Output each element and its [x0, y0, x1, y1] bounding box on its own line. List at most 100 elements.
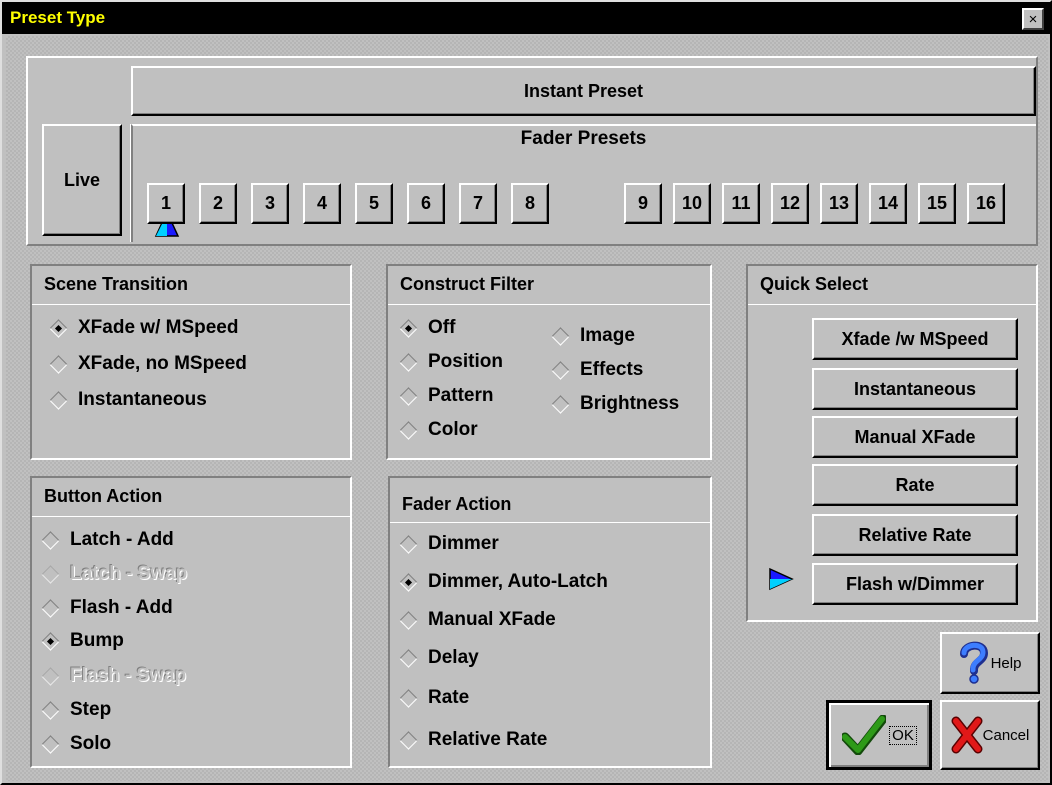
window-title: Preset Type [10, 8, 106, 27]
preset-button-2[interactable]: 2 [199, 183, 237, 224]
construct-filter-options: Off Position Pattern Color Image Effects Brigh… [388, 304, 710, 458]
radio-step[interactable]: Step [38, 699, 111, 721]
radio-unselected-icon [41, 564, 60, 584]
preset-button-3[interactable]: 3 [251, 183, 289, 224]
radio-off[interactable]: Off [396, 317, 455, 339]
fader-action-title: Fader Action [402, 494, 512, 514]
radio-label: XFade w/ MSpeed [78, 317, 239, 338]
radio-label: Instantaneous [78, 389, 207, 410]
title-bar[interactable]: Preset Type × [2, 2, 1050, 34]
radio-selected-icon [399, 318, 418, 338]
preset-button-15[interactable]: 15 [918, 183, 956, 224]
radio-label: Color [428, 419, 478, 440]
preset-button-11[interactable]: 11 [722, 183, 760, 224]
preset-button-9[interactable]: 9 [624, 183, 662, 224]
radio-dimmer[interactable]: Dimmer [396, 533, 499, 555]
scene-transition-panel: Scene Transition XFade w/ MSpeed XFade, n… [30, 264, 352, 460]
cancel-label: Cancel [982, 726, 1030, 744]
fader-presets-label: Fader Presets [520, 128, 647, 149]
radio-unselected-icon [399, 534, 418, 554]
radio-label: XFade, no MSpeed [78, 353, 247, 374]
radio-unselected-icon [551, 394, 570, 414]
radio-unselected-icon [399, 420, 418, 440]
quick-select-flash-w-dimmer[interactable]: Flash w/Dimmer [812, 563, 1018, 605]
radio-bump[interactable]: Bump [38, 630, 124, 652]
radio-image[interactable]: Image [548, 325, 635, 347]
preset-button-1[interactable]: 1 [147, 183, 185, 224]
close-button[interactable]: × [1022, 8, 1044, 30]
radio-xfade-w-mspeed[interactable]: XFade w/ MSpeed [46, 317, 238, 339]
radio-label: Off [428, 317, 456, 338]
radio-rate[interactable]: Rate [396, 687, 469, 709]
preset-button-12[interactable]: 12 [771, 183, 809, 224]
radio-pattern[interactable]: Pattern [396, 385, 493, 407]
radio-label: Rate [428, 687, 470, 708]
preset-button-16[interactable]: 16 [967, 183, 1005, 224]
radio-label: Manual XFade [428, 609, 556, 630]
quick-select-xfade-w-mspeed[interactable]: Xfade /w MSpeed [812, 318, 1018, 360]
radio-label: Relative Rate [428, 729, 548, 750]
radio-label: Flash - Swap [70, 665, 187, 686]
construct-filter-panel: Construct Filter Off Position Pattern Color… [386, 264, 712, 460]
radio-label: Effects [580, 359, 644, 380]
button-action-options: Latch - Add Latch - Swap Flash - Add Bump Fl… [32, 516, 350, 766]
checkmark-icon [842, 715, 887, 755]
radio-manual-xfade[interactable]: Manual XFade [396, 609, 556, 631]
quick-select-relative-rate[interactable]: Relative Rate [812, 514, 1018, 556]
radio-solo[interactable]: Solo [38, 733, 111, 755]
radio-xfade-no-mspeed[interactable]: XFade, no MSpeed [46, 353, 247, 375]
preset-button-10[interactable]: 10 [673, 183, 711, 224]
radio-unselected-icon [399, 730, 418, 750]
radio-label: Position [428, 351, 503, 372]
radio-brightness[interactable]: Brightness [548, 393, 679, 415]
radio-unselected-icon [49, 354, 68, 374]
radio-label: Step [70, 699, 112, 720]
radio-instantaneous[interactable]: Instantaneous [46, 389, 207, 411]
radio-label: Pattern [428, 385, 494, 406]
ok-button[interactable]: OK [826, 700, 932, 770]
radio-flash-swap: Flash - Swap [38, 665, 186, 687]
quick-select-manual-xfade[interactable]: Manual XFade [812, 416, 1018, 458]
radio-unselected-icon [399, 352, 418, 372]
question-mark-icon [959, 641, 988, 684]
radio-unselected-icon [399, 648, 418, 668]
radio-unselected-icon [399, 688, 418, 708]
radio-unselected-icon [399, 386, 418, 406]
radio-unselected-icon [551, 326, 570, 346]
x-mark-icon [951, 716, 983, 754]
preset-button-4[interactable]: 4 [303, 183, 341, 224]
preset-button-8[interactable]: 8 [511, 183, 549, 224]
radio-delay[interactable]: Delay [396, 647, 479, 669]
radio-flash-add[interactable]: Flash - Add [38, 597, 173, 619]
instant-preset-button[interactable]: Instant Preset [131, 66, 1036, 116]
radio-effects[interactable]: Effects [548, 359, 643, 381]
button-action-panel: Button Action Latch - Add Latch - Swap Fla… [30, 476, 352, 768]
fader-action-options: Dimmer Dimmer, Auto-Latch Manual XFade Dela… [390, 522, 710, 766]
arrow-right-icon [769, 567, 794, 591]
radio-color[interactable]: Color [396, 419, 478, 441]
preset-button-13[interactable]: 13 [820, 183, 858, 224]
live-button[interactable]: Live [42, 124, 122, 236]
preset-button-5[interactable]: 5 [355, 183, 393, 224]
radio-label: Flash - Add [70, 597, 173, 618]
quick-select-instantaneous[interactable]: Instantaneous [812, 368, 1018, 410]
dialog-client: Instant Preset Live Fader Presets Scene … [6, 36, 1048, 781]
radio-position[interactable]: Position [396, 351, 503, 373]
radio-unselected-icon [551, 360, 570, 380]
preset-button-7[interactable]: 7 [459, 183, 497, 224]
radio-latch-swap: Latch - Swap [38, 563, 187, 585]
radio-relative-rate[interactable]: Relative Rate [396, 729, 547, 751]
scene-transition-options: XFade w/ MSpeed XFade, no MSpeed Instantan… [32, 304, 350, 458]
radio-dimmer-auto-latch[interactable]: Dimmer, Auto-Latch [396, 571, 608, 593]
fader-action-panel: Fader Action Dimmer Dimmer, Auto-Latch Man… [388, 476, 712, 768]
close-icon: × [1028, 10, 1038, 28]
preset-button-6[interactable]: 6 [407, 183, 445, 224]
help-button[interactable]: Help [940, 632, 1040, 694]
radio-label: Dimmer [428, 533, 499, 554]
preset-button-14[interactable]: 14 [869, 183, 907, 224]
cancel-button[interactable]: Cancel [940, 700, 1040, 770]
quick-select-rate[interactable]: Rate [812, 464, 1018, 506]
radio-latch-add[interactable]: Latch - Add [38, 529, 174, 551]
quick-select-title: Quick Select [760, 274, 869, 294]
scene-transition-title: Scene Transition [44, 274, 189, 294]
